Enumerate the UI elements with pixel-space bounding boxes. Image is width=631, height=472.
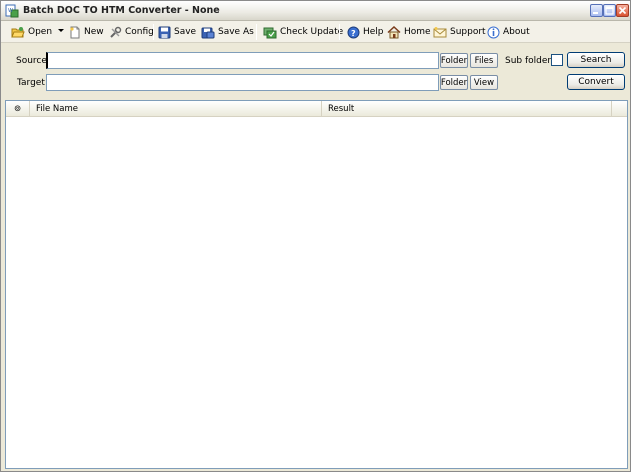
- save-disk-icon: [158, 26, 171, 38]
- save-as-label: Save As: [218, 27, 254, 37]
- maximize-icon: [605, 6, 614, 15]
- home-button[interactable]: Home: [387, 24, 431, 40]
- toolbar: Open New Config Save Save As Check Updat…: [1, 21, 630, 43]
- help-label: Help: [363, 27, 384, 37]
- target-label: Target: [17, 78, 45, 88]
- source-files-button[interactable]: Files: [470, 53, 498, 68]
- support-mail-icon: [433, 26, 447, 37]
- window-title: Batch DOC TO HTM Converter - None: [23, 5, 220, 16]
- config-label: Config: [125, 27, 154, 37]
- toolbar-separator: [339, 24, 340, 40]
- check-update-button[interactable]: Check Update: [263, 24, 343, 40]
- config-tools-icon: [110, 26, 122, 38]
- toolbar-separator: [153, 24, 154, 40]
- save-label: Save: [174, 27, 197, 37]
- support-button[interactable]: Support: [433, 24, 486, 40]
- search-button[interactable]: Search: [567, 52, 625, 68]
- title-bar[interactable]: W Batch DOC TO HTM Converter - None: [1, 1, 630, 21]
- toolbar-separator: [256, 24, 257, 40]
- close-button[interactable]: [616, 4, 629, 17]
- close-icon: [618, 6, 627, 15]
- column-result[interactable]: Result: [322, 101, 612, 117]
- source-input[interactable]: [46, 52, 439, 69]
- column-status-icon[interactable]: ⊚: [6, 101, 30, 117]
- config-button[interactable]: Config: [109, 24, 154, 40]
- source-label: Source: [16, 56, 47, 66]
- minimize-icon: [593, 12, 598, 14]
- target-input[interactable]: [46, 74, 439, 91]
- column-spacer: [612, 101, 627, 117]
- open-folder-icon: [11, 26, 25, 37]
- help-icon: ?: [347, 26, 360, 38]
- save-button[interactable]: Save: [158, 24, 196, 40]
- file-list[interactable]: ⊚ File Name Result: [5, 100, 628, 469]
- save-as-disk-icon: [201, 27, 215, 38]
- source-folder-button[interactable]: Folder: [440, 53, 468, 68]
- app-window: W Batch DOC TO HTM Converter - None Open: [0, 0, 631, 472]
- list-header: ⊚ File Name Result: [6, 101, 627, 117]
- convert-button[interactable]: Convert: [567, 74, 625, 90]
- check-update-icon: [263, 27, 277, 38]
- column-file-name[interactable]: File Name: [30, 101, 322, 117]
- home-icon: [387, 25, 401, 38]
- source-target-panel: Source Folder Files Sub folders Search T…: [1, 44, 630, 99]
- help-button[interactable]: ? Help: [347, 24, 384, 40]
- check-update-label: Check Update: [280, 27, 344, 37]
- app-icon: W: [5, 4, 19, 18]
- open-dropdown-arrow[interactable]: [58, 29, 64, 32]
- home-label: Home: [404, 27, 431, 37]
- target-view-button[interactable]: View: [470, 75, 498, 90]
- about-label: About: [503, 27, 530, 37]
- open-label: Open: [28, 27, 53, 37]
- subfolders-label: Sub folders: [505, 56, 556, 66]
- save-as-button[interactable]: Save As: [201, 24, 254, 40]
- new-document-icon: [70, 26, 80, 38]
- minimize-button[interactable]: [590, 4, 603, 17]
- svg-text:W: W: [8, 8, 13, 14]
- maximize-button[interactable]: [603, 4, 616, 17]
- support-label: Support: [450, 27, 486, 37]
- target-folder-button[interactable]: Folder: [440, 75, 468, 90]
- about-button[interactable]: About: [487, 24, 530, 40]
- open-button[interactable]: Open: [11, 24, 52, 40]
- subfolders-checkbox[interactable]: [551, 54, 563, 66]
- new-label: New: [84, 27, 104, 37]
- new-button[interactable]: New: [69, 24, 104, 40]
- svg-text:?: ?: [351, 29, 356, 38]
- about-info-icon: [487, 26, 500, 38]
